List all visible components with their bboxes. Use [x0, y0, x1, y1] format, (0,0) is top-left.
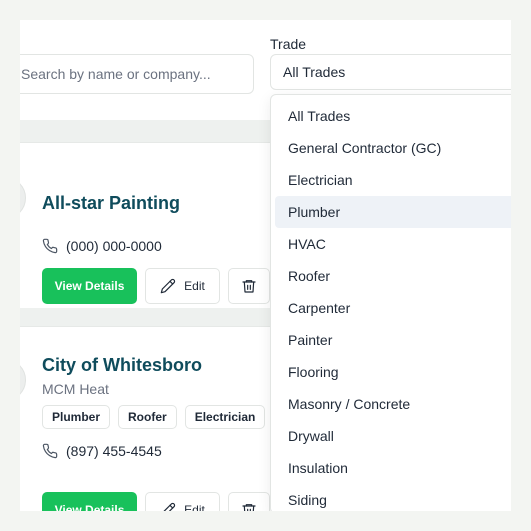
trade-option-highlighted[interactable]: Plumber: [275, 196, 511, 228]
edit-label: Edit: [184, 503, 205, 511]
avatar: [20, 177, 26, 219]
trade-option[interactable]: Flooring: [275, 356, 511, 388]
view-details-button[interactable]: View Details: [42, 268, 137, 304]
delete-button[interactable]: [228, 492, 270, 511]
delete-button[interactable]: [228, 268, 270, 304]
pencil-icon: [163, 502, 176, 511]
trade-option[interactable]: Carpenter: [275, 292, 511, 324]
trade-option[interactable]: Painter: [275, 324, 511, 356]
trade-option[interactable]: Insulation: [275, 452, 511, 484]
trade-option[interactable]: Roofer: [275, 260, 511, 292]
trade-option[interactable]: All Trades: [275, 100, 511, 132]
trade-select[interactable]: All Trades: [270, 54, 511, 90]
trade-option[interactable]: Electrician: [275, 164, 511, 196]
card-title[interactable]: All-star Painting: [42, 193, 180, 214]
trash-icon: [242, 504, 256, 511]
phone-number: (000) 000-0000: [66, 238, 162, 254]
trade-tag: Roofer: [118, 405, 177, 429]
trade-option[interactable]: Drywall: [275, 420, 511, 452]
trade-tag: Electrician: [184, 405, 266, 429]
phone-number: (897) 455-4545: [66, 443, 162, 459]
view-details-button[interactable]: View Details: [42, 492, 137, 511]
trade-tag: Plumber: [42, 405, 111, 429]
phone-icon: [42, 238, 58, 254]
trade-option[interactable]: HVAC: [275, 228, 511, 260]
edit-button[interactable]: Edit: [145, 492, 220, 511]
card-actions: View Details Edit: [42, 492, 270, 511]
pencil-icon: [160, 278, 176, 294]
contacts-panel: Trade All Trades All-star Painting (000)…: [20, 20, 511, 511]
search-input[interactable]: [20, 55, 253, 93]
trade-label: Trade: [270, 36, 307, 52]
card-actions: View Details Edit: [42, 268, 270, 304]
avatar: [20, 359, 26, 401]
trade-option[interactable]: General Contractor (GC): [275, 132, 511, 164]
phone-icon: [42, 443, 58, 459]
trash-icon: [242, 280, 256, 293]
trade-option[interactable]: Masonry / Concrete: [275, 388, 511, 420]
trade-option[interactable]: Siding: [275, 484, 511, 511]
trade-dropdown: All Trades General Contractor (GC) Elect…: [270, 94, 511, 511]
phone-row: (897) 455-4545: [42, 443, 162, 459]
search-field[interactable]: [20, 54, 254, 94]
edit-button[interactable]: Edit: [145, 268, 220, 304]
card-company: MCM Heat: [42, 381, 109, 397]
card-title[interactable]: City of Whitesboro: [42, 355, 202, 376]
edit-label: Edit: [184, 279, 205, 293]
phone-row: (000) 000-0000: [42, 238, 162, 254]
trade-tags: Plumber Roofer Electrician: [42, 405, 266, 429]
